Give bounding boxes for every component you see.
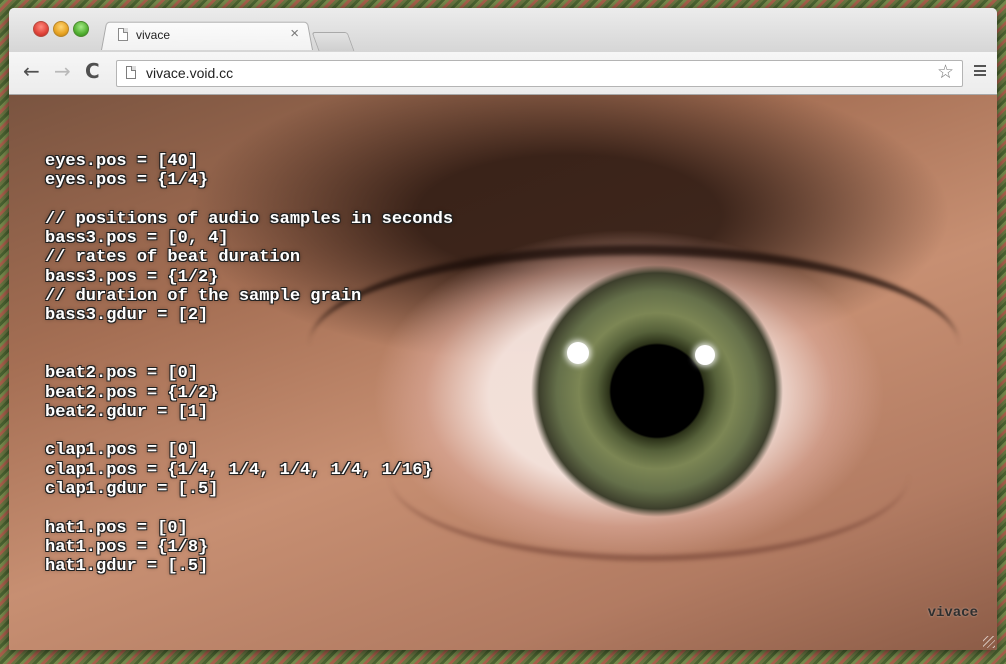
code-line: hat1.pos = [0]: [45, 518, 188, 538]
toolbar: ← → C ☆: [9, 52, 997, 95]
maximize-window-button[interactable]: [73, 21, 89, 37]
code-line: eyes.pos = {1/4}: [45, 171, 209, 191]
code-line: eyes.pos = [40]: [45, 152, 199, 171]
page-content: eyes.pos = [40] eyes.pos = {1/4} // positi…: [9, 95, 997, 650]
title-bar: vivace ×: [9, 8, 997, 52]
bookmark-star-icon[interactable]: ☆: [937, 62, 954, 82]
back-button[interactable]: ←: [23, 61, 40, 81]
code-line: hat1.gdur = [.5]: [45, 557, 209, 577]
code-line: bass3.pos = {1/2}: [45, 267, 219, 287]
live-code-editor[interactable]: eyes.pos = [40] eyes.pos = {1/4} // positi…: [45, 152, 453, 577]
reload-button[interactable]: C: [85, 61, 100, 81]
code-line: // rates of beat duration: [45, 248, 301, 268]
tab-title: vivace: [136, 28, 171, 42]
code-line: clap1.gdur = [.5]: [45, 480, 219, 500]
address-bar[interactable]: ☆: [116, 60, 963, 87]
code-line: clap1.pos = {1/4, 1/4, 1/4, 1/4, 1/16}: [45, 460, 433, 480]
brand-logo: vivace: [927, 605, 978, 621]
menu-icon[interactable]: [974, 65, 986, 76]
close-tab-icon[interactable]: ×: [290, 25, 299, 42]
new-tab-button[interactable]: [311, 32, 355, 51]
code-line: clap1.pos = [0]: [45, 441, 199, 461]
forward-button[interactable]: →: [54, 61, 71, 81]
eye-highlight: [567, 342, 589, 364]
tab-background: [101, 21, 313, 50]
eye-highlight: [695, 345, 715, 365]
minimize-window-button[interactable]: [53, 21, 69, 37]
code-line: bass3.pos = [0, 4]: [45, 229, 229, 249]
code-line: beat2.gdur = [1]: [45, 402, 209, 422]
code-line: hat1.pos = {1/8}: [45, 537, 209, 557]
resize-grip[interactable]: [983, 636, 995, 648]
code-line: beat2.pos = [0]: [45, 364, 199, 384]
tab-vivace[interactable]: vivace ×: [101, 20, 313, 50]
code-line: // positions of audio samples in seconds: [45, 209, 454, 229]
code-line: beat2.pos = {1/2}: [45, 383, 219, 403]
lower-eyelid: [389, 475, 909, 561]
code-line: // duration of the sample grain: [45, 287, 362, 307]
page-icon: [118, 28, 128, 41]
url-input[interactable]: [146, 65, 906, 81]
browser-window: vivace × ← → C ☆ eyes.pos = [40]eyes.pos…: [9, 8, 997, 650]
code-line: bass3.gdur = [2]: [45, 306, 209, 326]
page-icon: [126, 66, 136, 79]
close-window-button[interactable]: [33, 21, 49, 37]
